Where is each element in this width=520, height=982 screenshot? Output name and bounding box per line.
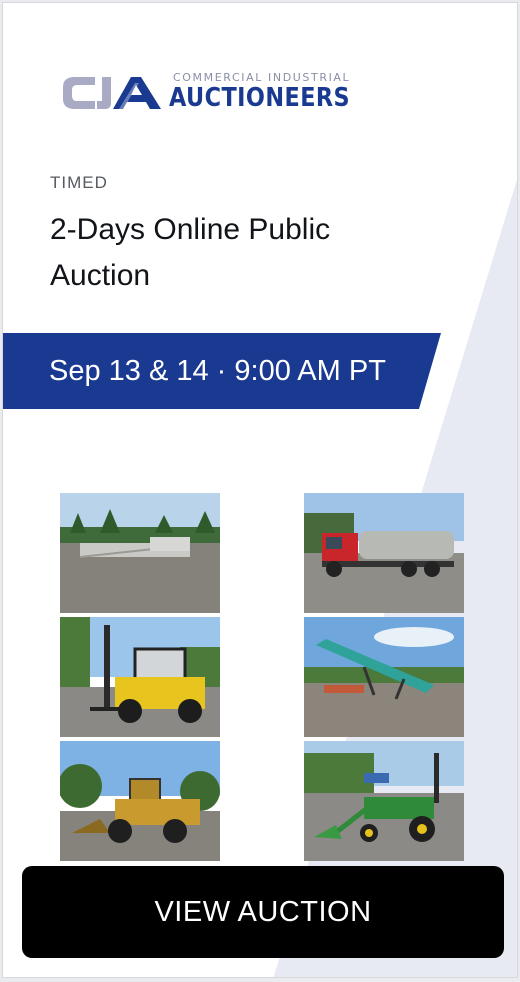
- view-auction-button[interactable]: VIEW AUCTION: [22, 866, 504, 958]
- photo-compact-tractor[interactable]: [304, 741, 464, 861]
- logo-name: AUCTIONEERS: [169, 83, 351, 113]
- company-logo: COMMERCIAL INDUSTRIAL AUCTIONEERS: [61, 71, 350, 117]
- photo-water-truck[interactable]: [304, 493, 464, 613]
- auction-card: COMMERCIAL INDUSTRIAL AUCTIONEERS TIMED …: [2, 2, 518, 978]
- cia-logo-mark-icon: [63, 77, 161, 109]
- photo-conveyor-parts[interactable]: [60, 493, 220, 613]
- auction-title: 2-Days Online Public Auction: [50, 213, 331, 292]
- auction-date: Sep 13 & 14 · 9:00 AM PT: [49, 355, 386, 387]
- date-banner: Sep 13 & 14 · 9:00 AM PT: [3, 333, 443, 409]
- photo-stacker-conveyor[interactable]: [304, 617, 464, 737]
- photo-wheel-loader[interactable]: [60, 741, 220, 861]
- auction-type-label: TIMED: [50, 173, 108, 192]
- photo-forklift[interactable]: [60, 617, 220, 737]
